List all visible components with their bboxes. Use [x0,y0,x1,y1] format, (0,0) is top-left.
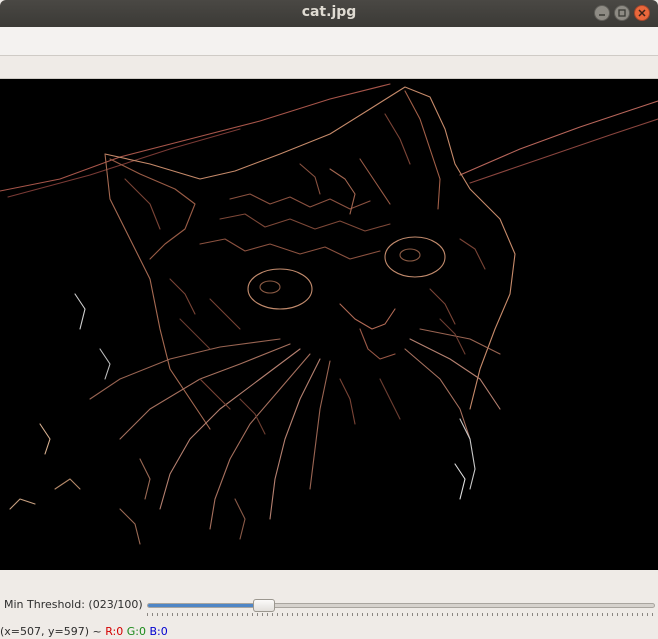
toolbar-separator [0,56,658,79]
minimize-icon [599,14,605,16]
title-bar: cat.jpg [0,0,658,27]
close-button[interactable] [634,5,650,21]
maximize-icon [618,9,626,17]
minimize-button[interactable] [594,5,610,21]
image-canvas[interactable] [0,79,658,570]
threshold-slider-handle[interactable] [253,599,275,612]
slider-ticks [147,613,655,616]
maximize-button[interactable] [614,5,630,21]
close-icon [638,9,646,17]
threshold-slider-track[interactable] [147,603,655,608]
blue-value: B:0 [149,625,168,638]
red-value: R:0 [105,625,124,638]
cursor-coordinates: (x=507, y=597) ~ [0,625,102,638]
edge-detected-image [0,83,658,545]
green-value: G:0 [126,625,146,638]
window-title: cat.jpg [301,4,357,20]
threshold-trackbar-row: Min Threshold: (023/100) [0,593,658,619]
toolbar [0,27,658,56]
threshold-label: Min Threshold: (023/100) [4,598,143,611]
status-bar: (x=507, y=597) ~ R:0 G:0 B:0 [0,625,168,639]
threshold-slider-fill [148,604,265,607]
